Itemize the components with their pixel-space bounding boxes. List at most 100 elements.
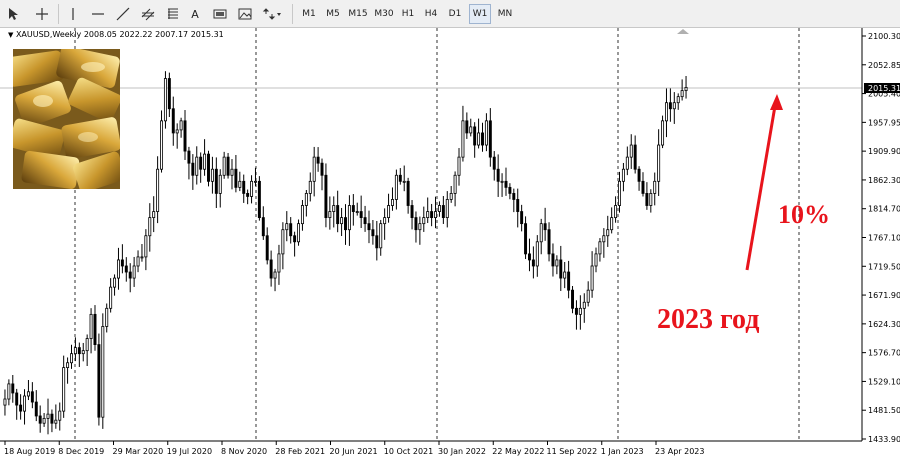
candle-body: [516, 199, 520, 212]
candle: [207, 150, 210, 187]
trendline-icon[interactable]: [114, 4, 132, 24]
candle-body: [387, 205, 391, 219]
candle-body: [473, 126, 477, 146]
price-tick-label: 1719.50: [868, 262, 900, 271]
time-tick-label: 28 Feb 2021: [275, 447, 325, 456]
candle-body: [120, 259, 124, 267]
candle-body: [645, 193, 649, 206]
time-tick-label: 30 Jan 2022: [438, 447, 486, 456]
candle-body: [293, 235, 297, 243]
ohlc-label: 2008.05 2022.22 2007.17 2015.31: [83, 30, 224, 39]
current-price-tag: 2015.31: [864, 83, 900, 93]
horizontal-line-icon[interactable]: [88, 4, 108, 24]
candle-body: [641, 180, 645, 194]
candle-body: [230, 168, 234, 176]
timeframe-h4[interactable]: H4: [421, 4, 441, 24]
price-chart[interactable]: 2100.302052.852005.401957.951909.901862.…: [0, 28, 900, 461]
candle-body: [50, 413, 54, 424]
timeframe-m1[interactable]: M1: [298, 4, 320, 24]
candle-body: [273, 271, 277, 279]
timeframe-m30[interactable]: M30: [372, 4, 396, 24]
cursor-icon[interactable]: [4, 4, 22, 24]
candle-body: [469, 126, 473, 134]
candle: [163, 71, 167, 129]
candle-body: [187, 150, 191, 164]
candle-body: [144, 235, 148, 258]
candle-body: [621, 168, 625, 182]
candle-body: [191, 162, 195, 176]
candle: [661, 115, 665, 149]
candle-body: [218, 174, 222, 194]
candle-body: [66, 362, 70, 368]
candle-body: [684, 86, 688, 92]
timeframe-m5[interactable]: M5: [322, 4, 344, 24]
candle-body: [195, 156, 199, 176]
text-label-icon[interactable]: [210, 4, 230, 24]
candle-body: [551, 253, 555, 267]
candle-body: [481, 132, 484, 146]
image-icon[interactable]: [236, 4, 254, 24]
candle-body: [359, 211, 363, 219]
candle-body: [257, 180, 261, 219]
candle-body: [30, 391, 34, 403]
current-price-label: 2015.31: [868, 84, 900, 93]
candle-body: [383, 217, 387, 225]
timeframe-w1[interactable]: W1: [469, 4, 491, 24]
timeframe-m15[interactable]: M15: [346, 4, 370, 24]
candle-body: [246, 193, 250, 197]
candle-body: [171, 108, 175, 134]
candle-body: [207, 153, 210, 182]
candle-body: [277, 253, 281, 273]
fibonacci-icon[interactable]: [164, 4, 182, 24]
chart-collapse-icon[interactable]: ▼: [8, 31, 13, 39]
candle-body: [281, 229, 285, 255]
price-tick-label: 1909.90: [868, 147, 900, 156]
candle-body: [62, 367, 66, 412]
candle-body: [520, 211, 524, 225]
candle-body: [602, 235, 606, 243]
candle-body: [449, 193, 453, 200]
candle-body: [371, 229, 375, 237]
candle-body: [477, 132, 481, 146]
candle-body: [492, 156, 496, 170]
arrows-menu-icon[interactable]: [260, 4, 284, 24]
candle-body: [265, 235, 269, 261]
candle-body: [289, 223, 293, 237]
candle-body: [253, 180, 257, 183]
candle: [226, 153, 230, 179]
candle-body: [101, 326, 105, 418]
candle-body: [234, 168, 238, 188]
text-tool-icon[interactable]: A: [186, 4, 204, 24]
timeframe-d1[interactable]: D1: [445, 4, 465, 24]
candle-body: [430, 211, 434, 219]
candle-body: [54, 419, 58, 424]
crosshair-icon[interactable]: [32, 4, 52, 24]
toolbar-separator: [58, 4, 59, 24]
candle-body: [535, 241, 539, 267]
price-tick-label: 1814.70: [868, 205, 900, 214]
candle-body: [465, 120, 469, 134]
timeframe-mn[interactable]: MN: [494, 4, 516, 24]
candle-body: [109, 286, 113, 309]
candle-body: [26, 391, 30, 397]
candle-body: [344, 217, 347, 231]
candle-body: [598, 241, 602, 255]
candle-body: [351, 205, 355, 212]
vertical-line-icon[interactable]: [66, 4, 80, 24]
candle-body: [58, 410, 62, 421]
candle-body: [512, 193, 516, 200]
candle-body: [269, 259, 273, 279]
candle-body: [11, 383, 15, 394]
time-tick-label: 11 Sep 2022: [547, 447, 598, 456]
candle-body: [175, 129, 179, 134]
candle-body: [563, 271, 567, 279]
candle-body: [488, 120, 492, 158]
candle-body: [320, 162, 324, 176]
candle-body: [214, 168, 218, 194]
candle-body: [484, 120, 488, 146]
channel-icon[interactable]: [138, 4, 158, 24]
price-tick-label: 2052.85: [868, 61, 900, 70]
timeframe-h1[interactable]: H1: [398, 4, 418, 24]
candle-body: [199, 156, 203, 170]
price-tick-label: 1957.95: [868, 118, 900, 127]
